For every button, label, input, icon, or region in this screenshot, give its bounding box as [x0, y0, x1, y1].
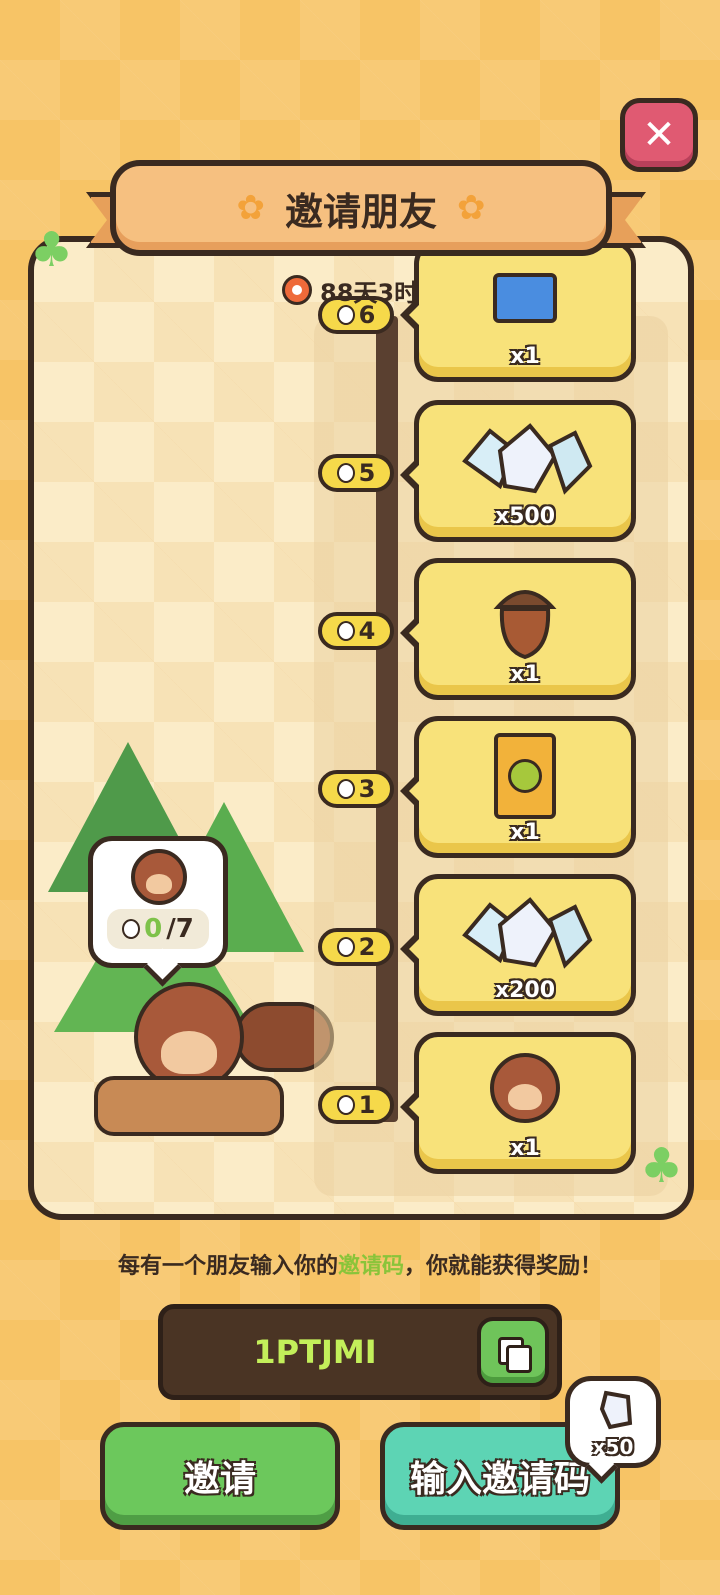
squirrel-costume-icon — [131, 849, 187, 905]
copy-icon — [498, 1337, 532, 1373]
mascot-progress-bubble: 0 /7 — [88, 836, 228, 968]
clover-icon: ♣ — [30, 222, 74, 278]
hint-suffix: ，你就能获得奖励！ — [404, 1254, 603, 1279]
page-title: 邀请朋友 — [284, 189, 437, 234]
title-banner: ✿ 邀请朋友 ✿ — [110, 160, 612, 256]
person-icon — [336, 1095, 355, 1115]
reward-hint: 每有一个朋友输入你的邀请码，你就能获得奖励！ — [0, 1248, 720, 1280]
reward-card[interactable]: x500 — [400, 400, 636, 542]
ticket-icon — [493, 273, 557, 323]
reward-card[interactable]: x1 — [400, 558, 636, 700]
close-button[interactable]: ✕ — [620, 98, 698, 172]
reward-card[interactable]: x1 — [400, 716, 636, 858]
acorn-icon — [490, 577, 560, 661]
reward-quantity: x500 — [494, 504, 556, 529]
mascot-character — [84, 982, 334, 1136]
crystal-shards-icon — [455, 895, 595, 975]
person-icon — [336, 463, 355, 483]
squirrel-costume-icon — [490, 1053, 560, 1123]
milestone-badge: 2 — [318, 928, 394, 966]
bonus-quantity: x50 — [592, 1435, 634, 1459]
reward-card[interactable]: x1 — [400, 1032, 636, 1174]
timer-text: 88天3时 — [320, 278, 419, 307]
milestone-badge: 3 — [318, 770, 394, 808]
invite-code: 1PTJMI — [253, 1333, 377, 1371]
clover-icon: ♣ — [640, 1138, 684, 1194]
person-icon — [122, 919, 141, 939]
milestone-badge: 1 — [318, 1086, 394, 1124]
enter-code-bonus-bubble: x50 — [565, 1376, 661, 1468]
milestone-level: 5 — [358, 459, 376, 487]
event-timer: 88天3时 — [282, 270, 418, 310]
milestone-level: 4 — [358, 617, 376, 645]
person-icon — [336, 621, 355, 641]
person-icon — [336, 779, 355, 799]
reward-card[interactable]: x1 — [400, 242, 636, 382]
person-icon — [336, 937, 355, 957]
invite-button[interactable]: 邀请 — [100, 1422, 340, 1530]
invite-panel-inner: 0 /7 6 x1 5 x500 4 x1 3 x1 2 x200 1 x1 — [34, 242, 688, 1214]
milestone-badge: 4 — [318, 612, 394, 650]
reward-card[interactable]: x200 — [400, 874, 636, 1016]
milestone-level: 1 — [358, 1091, 376, 1119]
copy-code-button[interactable] — [477, 1317, 549, 1387]
reward-quantity: x1 — [510, 344, 540, 369]
reward-quantity: x200 — [494, 978, 556, 1003]
reward-quantity: x1 — [510, 662, 540, 687]
crystal-shard-icon — [599, 1390, 633, 1430]
hint-highlight: 邀请码 — [337, 1254, 404, 1279]
reward-quantity: x1 — [510, 820, 540, 845]
milestone-badge: 5 — [318, 454, 394, 492]
invite-code-box: 1PTJMI — [158, 1304, 562, 1400]
reward-track-pole — [376, 316, 398, 1122]
crystal-shards-icon — [455, 421, 595, 501]
close-icon: ✕ — [642, 112, 676, 158]
hint-prefix: 每有一个朋友输入你的 — [117, 1254, 338, 1279]
invite-progress: 0 /7 — [107, 909, 209, 949]
flower-icon: ✿ — [236, 188, 265, 228]
reward-quantity: x1 — [510, 1136, 540, 1161]
progress-current: 0 — [144, 914, 163, 944]
milestone-level: 3 — [358, 775, 376, 803]
milestone-level: 2 — [358, 933, 376, 961]
tree-stump-icon — [94, 1076, 284, 1136]
clock-icon — [282, 275, 312, 305]
invite-panel: 0 /7 6 x1 5 x500 4 x1 3 x1 2 x200 1 x1 — [28, 236, 694, 1220]
flower-icon: ✿ — [457, 188, 486, 228]
progress-total: /7 — [166, 914, 194, 944]
sticker-pack-icon — [494, 733, 556, 819]
